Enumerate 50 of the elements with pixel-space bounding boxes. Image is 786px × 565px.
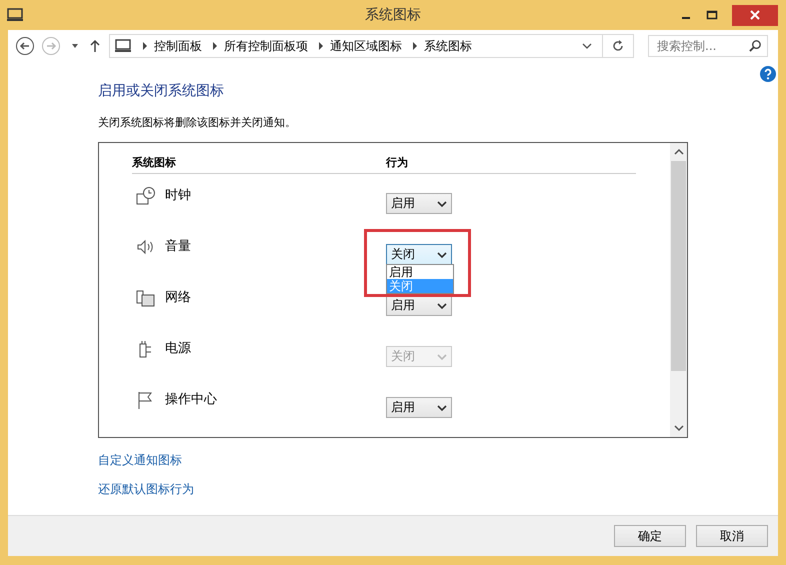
back-icon[interactable] xyxy=(15,36,35,56)
network-icon xyxy=(136,288,156,308)
description-text: 关闭系统图标将删除该图标并关闭通知。 xyxy=(98,115,296,130)
system-icon-name: 时钟 xyxy=(165,187,191,204)
column-header: 系统图标 xyxy=(132,155,177,170)
ok-button[interactable]: 确定 xyxy=(614,525,686,547)
breadcrumb-item[interactable]: 系统图标 xyxy=(424,38,472,54)
help-icon[interactable] xyxy=(760,66,776,82)
chevron-icon xyxy=(412,42,418,50)
chevron-icon xyxy=(142,42,148,50)
scroll-up-icon[interactable] xyxy=(674,148,684,156)
chevron-down-icon xyxy=(437,250,447,258)
chevron-down-icon[interactable] xyxy=(582,42,592,50)
maximize-icon[interactable] xyxy=(706,10,718,20)
column-header: 行为 xyxy=(386,155,408,170)
close-button[interactable] xyxy=(732,4,778,26)
chevron-icon xyxy=(212,42,218,50)
behavior-dropdown[interactable]: 启用 xyxy=(386,397,452,418)
chevron-down-icon xyxy=(437,302,447,310)
breadcrumb-item[interactable]: 控制面板 xyxy=(154,38,202,54)
search-icon xyxy=(749,39,762,52)
window-title: 系统图标 xyxy=(364,6,422,24)
system-icon-name: 操作中心 xyxy=(165,391,217,408)
chevron-down-icon xyxy=(437,404,447,412)
link[interactable]: 自定义通知图标 xyxy=(98,452,182,469)
system-icon-name: 音量 xyxy=(165,238,191,255)
close-icon xyxy=(750,10,760,20)
behavior-dropdown[interactable]: 启用 xyxy=(386,295,452,316)
address-bar[interactable]: 控制面板 所有控制面板项 通知区域图标 系统图标 xyxy=(109,34,634,58)
behavior-dropdown[interactable]: 关闭 xyxy=(386,244,452,265)
up-arrow-icon[interactable] xyxy=(89,39,101,53)
clock-icon xyxy=(136,186,156,206)
system-icon-name: 电源 xyxy=(165,340,191,357)
computer-icon xyxy=(6,8,24,22)
dropdown-option[interactable]: 启用 xyxy=(387,265,453,279)
link[interactable]: 还原默认图标行为 xyxy=(98,481,194,498)
behavior-dropdown[interactable]: 启用 xyxy=(386,193,452,214)
scroll-down-icon[interactable] xyxy=(674,424,684,432)
breadcrumb-item[interactable]: 通知区域图标 xyxy=(330,38,402,54)
breadcrumb-item[interactable]: 所有控制面板项 xyxy=(224,38,308,54)
chevron-icon xyxy=(318,42,324,50)
chevron-down-icon xyxy=(437,352,447,360)
page-heading: 启用或关闭系统图标 xyxy=(98,82,224,100)
system-icon-name: 网络 xyxy=(165,289,191,306)
computer-icon xyxy=(114,39,132,53)
search-field[interactable]: 搜索控制... xyxy=(648,35,768,57)
scrollbar-thumb[interactable] xyxy=(671,161,686,371)
chevron-down-icon xyxy=(437,200,447,208)
caret-icon[interactable] xyxy=(71,42,79,50)
cancel-button[interactable]: 取消 xyxy=(696,525,768,547)
